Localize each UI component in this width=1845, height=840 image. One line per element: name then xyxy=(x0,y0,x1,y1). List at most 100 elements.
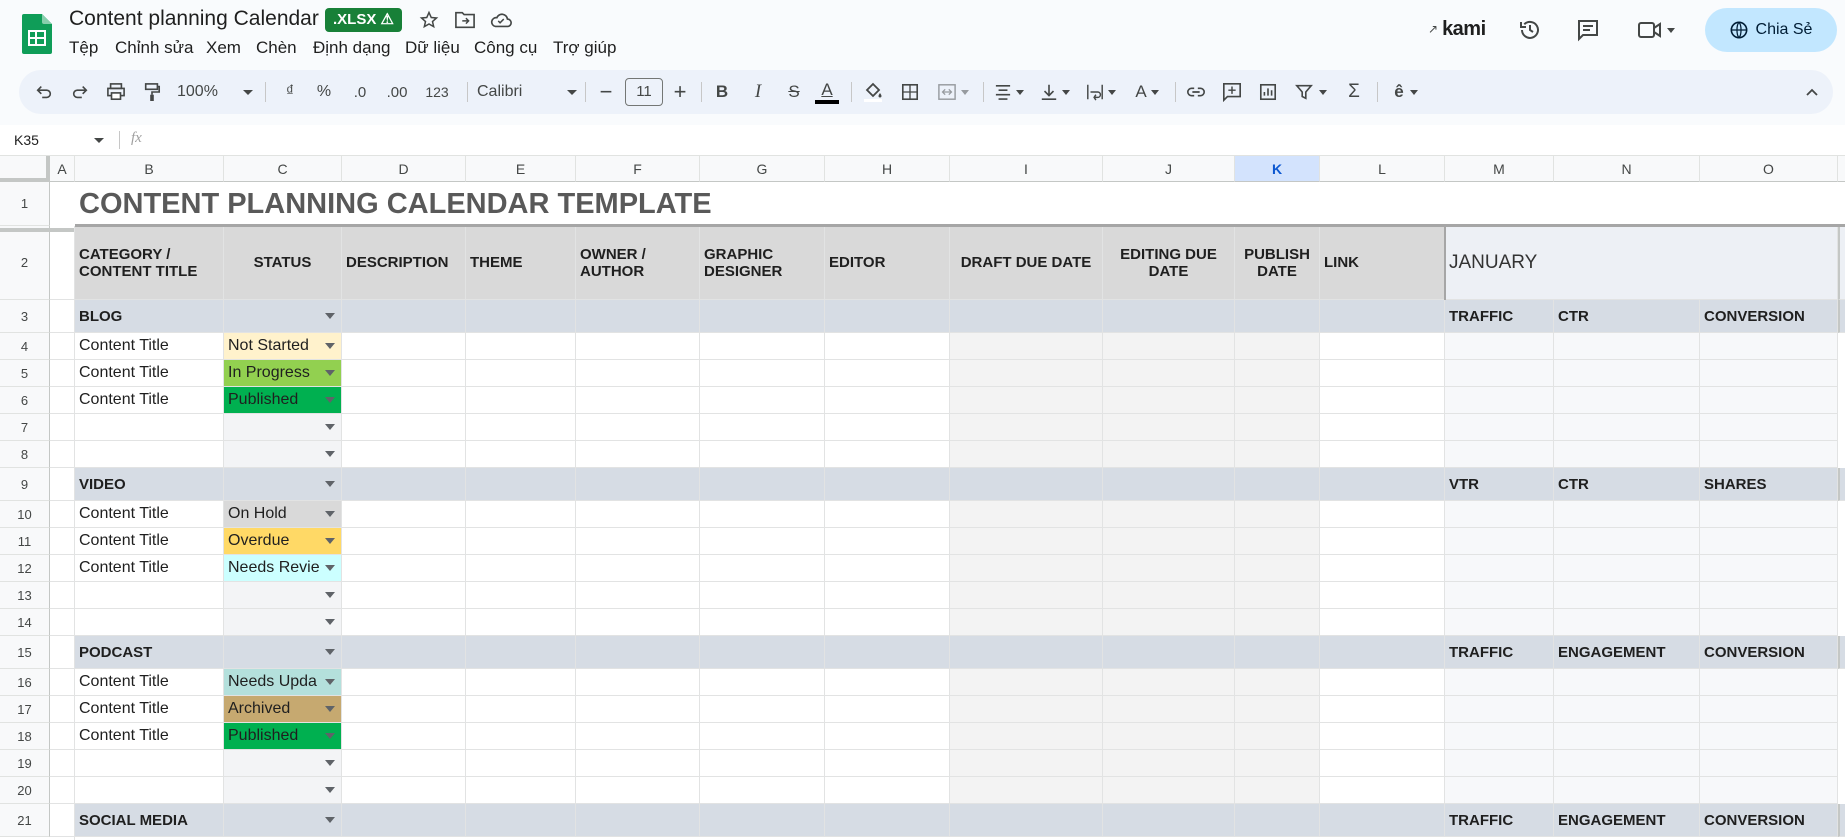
grid-cell[interactable] xyxy=(950,441,1103,468)
status-dropdown[interactable] xyxy=(224,582,342,609)
grid-cell[interactable] xyxy=(825,696,950,723)
grid-cell[interactable] xyxy=(1700,360,1838,387)
status-dropdown[interactable] xyxy=(224,441,342,468)
grid-cell[interactable] xyxy=(1554,723,1700,750)
grid-cell[interactable] xyxy=(700,441,825,468)
formula-input[interactable] xyxy=(160,125,1840,155)
grid-cell[interactable] xyxy=(1554,750,1700,777)
grid-cell[interactable] xyxy=(466,441,576,468)
menu-format[interactable]: Định dạng xyxy=(313,37,391,59)
italic-icon[interactable]: I xyxy=(743,70,773,114)
grid-cell[interactable] xyxy=(1103,723,1235,750)
grid-cell[interactable] xyxy=(700,528,825,555)
content-title-cell[interactable]: Content Title xyxy=(75,528,224,555)
column-header[interactable]: D xyxy=(342,156,466,182)
text-color-icon[interactable]: A xyxy=(811,70,843,114)
grid-cell[interactable] xyxy=(50,501,75,528)
grid-cell[interactable] xyxy=(700,750,825,777)
grid-cell[interactable] xyxy=(1445,750,1554,777)
row-header[interactable]: 11 xyxy=(0,528,50,555)
grid-cell[interactable] xyxy=(50,360,75,387)
version-history-icon[interactable] xyxy=(1516,16,1544,44)
grid-cell[interactable] xyxy=(825,750,950,777)
grid-cell[interactable] xyxy=(950,333,1103,360)
grid-cell[interactable] xyxy=(50,441,75,468)
content-title-cell[interactable]: Content Title xyxy=(75,360,224,387)
grid-cell[interactable] xyxy=(342,669,466,696)
move-folder-icon[interactable] xyxy=(453,8,477,32)
content-title-cell[interactable] xyxy=(75,582,224,609)
row-header[interactable]: 9 xyxy=(0,468,50,501)
grid-cell[interactable] xyxy=(50,804,75,837)
grid-cell[interactable] xyxy=(1235,750,1320,777)
grid-cell[interactable] xyxy=(1103,501,1235,528)
menu-edit[interactable]: Chỉnh sửa xyxy=(115,37,193,59)
grid-cell[interactable] xyxy=(1445,387,1554,414)
grid-cell[interactable] xyxy=(700,414,825,441)
star-icon[interactable] xyxy=(418,8,440,32)
status-dropdown[interactable]: Not Started xyxy=(224,333,342,360)
row-header[interactable]: 4 xyxy=(0,333,50,360)
grid-cell[interactable] xyxy=(576,555,700,582)
grid-cell[interactable] xyxy=(1320,333,1445,360)
grid-cell[interactable] xyxy=(1320,528,1445,555)
grid-cell[interactable] xyxy=(1320,750,1445,777)
merge-cells-icon[interactable] xyxy=(931,70,975,114)
row-header[interactable]: 2 xyxy=(0,226,50,300)
grid-cell[interactable] xyxy=(825,501,950,528)
grid-cell[interactable] xyxy=(1103,528,1235,555)
status-dropdown[interactable]: Archived xyxy=(224,696,342,723)
grid-cell[interactable] xyxy=(576,414,700,441)
grid-cell[interactable] xyxy=(576,750,700,777)
grid-cell[interactable] xyxy=(50,609,75,636)
grid-cell[interactable] xyxy=(466,750,576,777)
number-format-button[interactable]: 123 xyxy=(417,70,457,114)
share-button[interactable]: Chia Sẻ xyxy=(1705,8,1837,52)
grid-cell[interactable] xyxy=(1700,414,1838,441)
grid-cell[interactable] xyxy=(1235,414,1320,441)
grid-cell[interactable] xyxy=(1235,555,1320,582)
grid-cell[interactable] xyxy=(576,723,700,750)
undo-icon[interactable] xyxy=(29,70,59,114)
grid-cell[interactable] xyxy=(1103,333,1235,360)
grid-cell[interactable] xyxy=(825,723,950,750)
sheets-logo-icon[interactable] xyxy=(22,14,52,54)
grid-cell[interactable] xyxy=(1235,582,1320,609)
grid-cell[interactable] xyxy=(50,226,75,300)
decrease-decimal-button[interactable]: .0 xyxy=(343,70,377,114)
grid-cell[interactable] xyxy=(1103,441,1235,468)
meet-icon[interactable] xyxy=(1632,16,1680,44)
grid-cell[interactable] xyxy=(576,387,700,414)
grid-cell[interactable] xyxy=(1103,696,1235,723)
grid-cell[interactable] xyxy=(50,528,75,555)
grid-cell[interactable] xyxy=(1700,609,1838,636)
grid-cell[interactable] xyxy=(950,528,1103,555)
spreadsheet-grid[interactable]: A B C D E F G H I J K L M N O 1 2 3 4 5 6 7 8 9 10 11 12 13 14 15 16 17… xyxy=(0,156,1845,840)
grid-cell[interactable] xyxy=(342,441,466,468)
grid-cell[interactable] xyxy=(1700,555,1838,582)
status-dropdown[interactable] xyxy=(224,750,342,777)
category-cell[interactable] xyxy=(224,804,342,837)
input-tools-icon[interactable]: ê xyxy=(1383,70,1429,114)
fill-color-icon[interactable] xyxy=(857,70,889,114)
functions-icon[interactable]: Σ xyxy=(1339,70,1369,114)
content-title-cell[interactable]: Content Title xyxy=(75,669,224,696)
grid-cell[interactable] xyxy=(50,636,75,669)
grid-cell[interactable] xyxy=(825,414,950,441)
grid-cell[interactable] xyxy=(1235,528,1320,555)
grid-cell[interactable] xyxy=(576,669,700,696)
comments-icon[interactable] xyxy=(1574,16,1602,44)
grid-cell[interactable] xyxy=(50,696,75,723)
grid-cell[interactable] xyxy=(342,555,466,582)
content-title-cell[interactable]: Content Title xyxy=(75,387,224,414)
column-header[interactable]: J xyxy=(1103,156,1235,182)
grid-cell[interactable] xyxy=(950,609,1103,636)
grid-cell[interactable] xyxy=(1235,609,1320,636)
grid-cell[interactable] xyxy=(825,555,950,582)
insert-chart-icon[interactable] xyxy=(1253,70,1283,114)
grid-cell[interactable] xyxy=(576,360,700,387)
column-header[interactable]: L xyxy=(1320,156,1445,182)
grid-cell[interactable] xyxy=(950,360,1103,387)
collapse-menus-icon[interactable] xyxy=(1797,70,1827,114)
grid-cell[interactable] xyxy=(700,387,825,414)
